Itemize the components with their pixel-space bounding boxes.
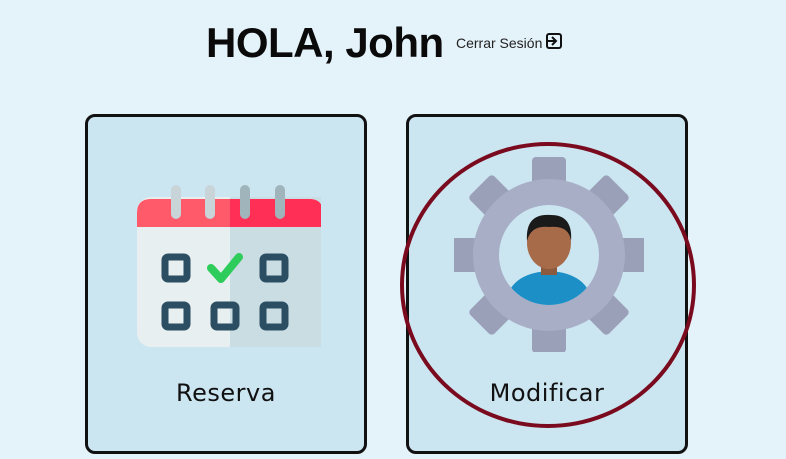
header: HOLA, John Cerrar Sesión (0, 18, 786, 68)
logout-label: Cerrar Sesión (456, 34, 543, 51)
gear-user-icon (451, 157, 647, 357)
reserva-card[interactable]: Reserva (85, 114, 367, 454)
modificar-label: Modificar (489, 379, 605, 407)
page-title: HOLA, John (206, 19, 444, 66)
logout-arrow-icon (545, 32, 563, 53)
modificar-card[interactable]: Modificar (406, 114, 688, 454)
logout-button[interactable]: Cerrar Sesión (456, 32, 563, 53)
calendar-check-icon (133, 157, 323, 352)
reserva-label: Reserva (176, 379, 276, 407)
